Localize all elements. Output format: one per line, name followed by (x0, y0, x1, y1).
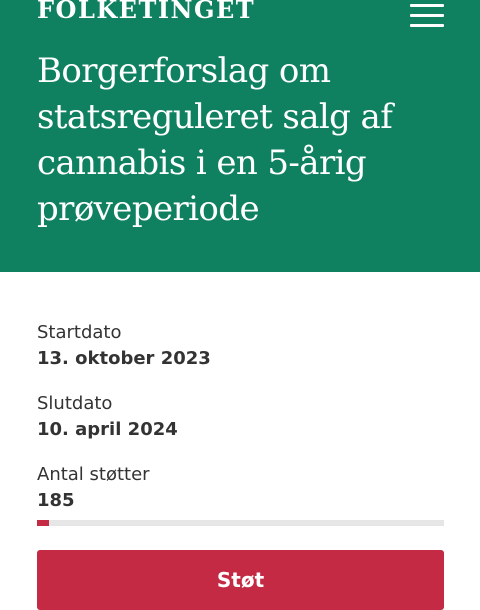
site-header: FOLKETINGET Borgerforslag om statsregule… (0, 0, 480, 272)
menu-line (410, 14, 444, 17)
support-button[interactable]: Støt (37, 550, 444, 610)
supporters-field: Antal støtter 185 (37, 462, 444, 514)
start-date-value: 13. oktober 2023 (37, 348, 211, 369)
end-date-label: Slutdato (37, 393, 113, 414)
end-date-value: 10. april 2024 (37, 419, 178, 440)
support-progress-bar (37, 520, 444, 526)
menu-line (410, 4, 444, 7)
support-progress-fill (37, 520, 50, 526)
hamburger-menu-icon[interactable] (410, 4, 444, 30)
supporters-label: Antal støtter (37, 464, 150, 485)
start-date-field: Startdato 13. oktober 2023 (37, 320, 444, 372)
start-date-label: Startdato (37, 322, 122, 343)
end-date-field: Slutdato 10. april 2024 (37, 391, 444, 443)
menu-line (410, 24, 444, 27)
proposal-details: Startdato 13. oktober 2023 Slutdato 10. … (37, 320, 444, 514)
folketinget-logo[interactable]: FOLKETINGET (37, 0, 255, 26)
supporters-count: 185 (37, 490, 75, 511)
page-title: Borgerforslag om statsreguleret salg af … (37, 51, 393, 229)
